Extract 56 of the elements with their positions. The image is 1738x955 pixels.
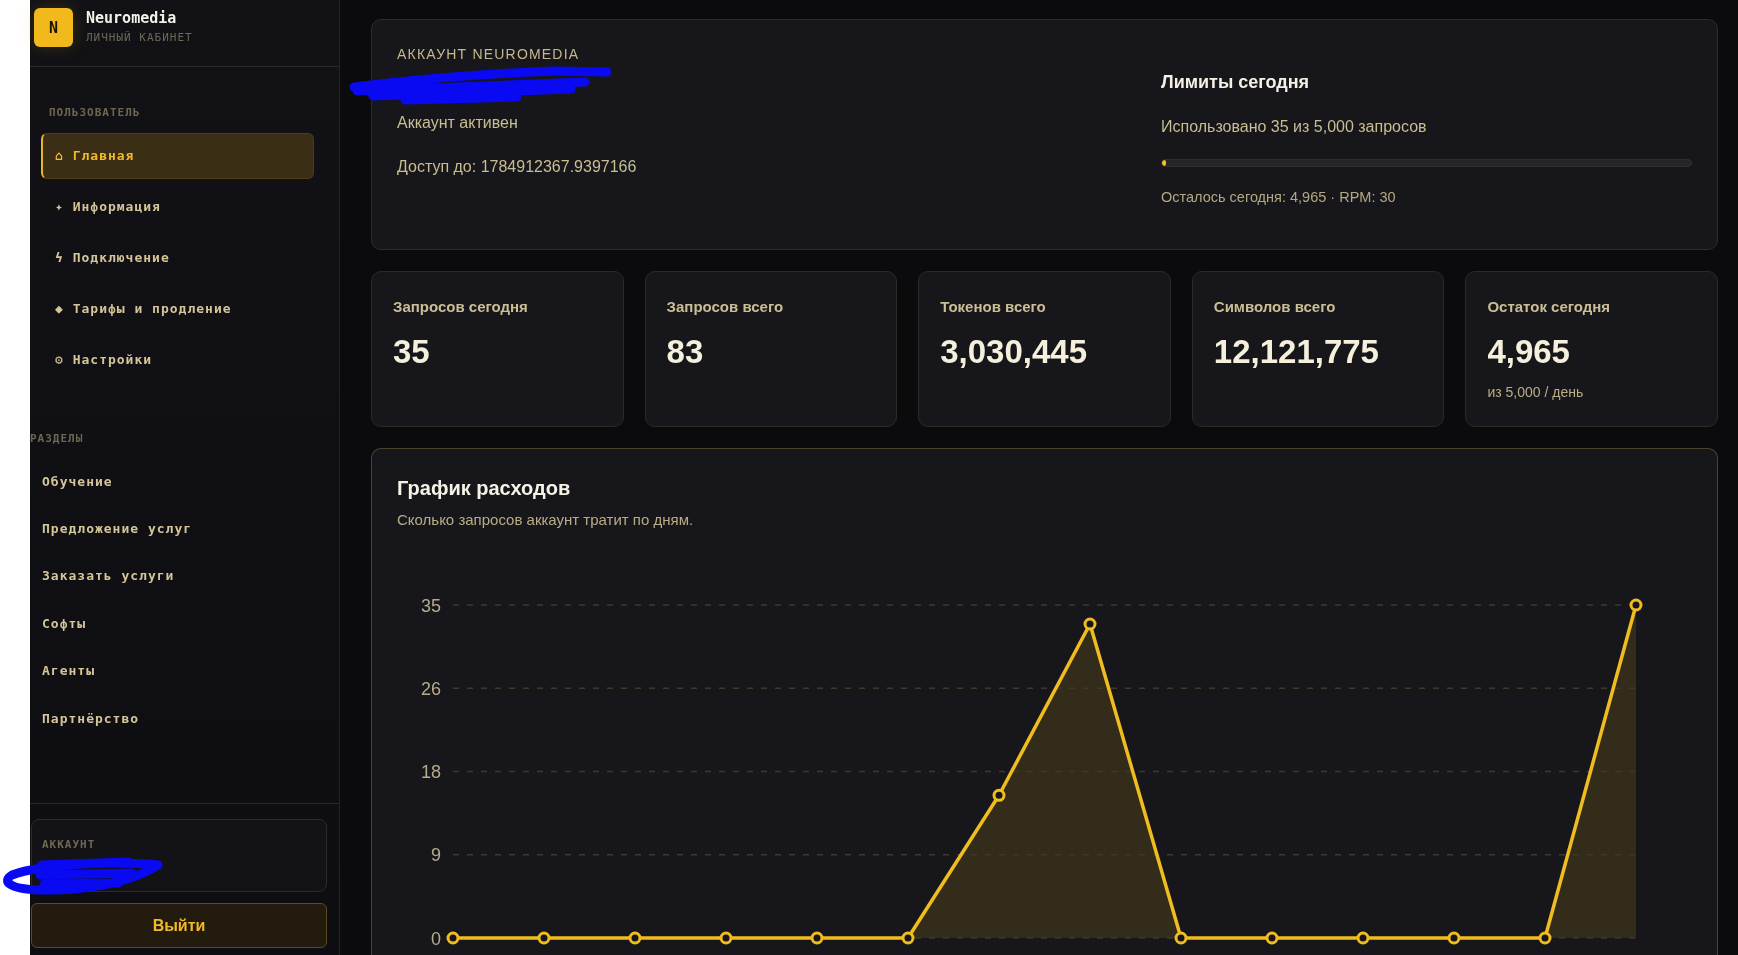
data-point [537,931,551,945]
chart-subtitle: Сколько запросов аккаунт тратит по дням. [397,511,694,529]
remaining-text: Осталось сегодня: 4,965 · RPM: 30 [1161,188,1396,206]
account-label: АККАУНТ [42,838,96,852]
usage-text: Использовано 35 из 5,000 запросов [1161,117,1427,137]
data-point [628,931,642,945]
nav-item[interactable]: Заказать услуги [30,552,314,601]
axis-tick-label: 9 [431,845,441,866]
data-point [1447,931,1461,945]
stat-value: 4,965 [1487,333,1570,371]
nav-item[interactable]: ◆ Тарифы и продление [41,286,314,332]
data-point [1356,931,1370,945]
nav-item[interactable]: Обучение [30,458,314,506]
data-point [446,931,460,945]
app-subtitle: ЛИЧНЫЙ КАБИНЕТ [86,31,193,45]
account-status: Аккаунт активен [397,113,518,133]
nav-item[interactable]: Софты [30,600,314,648]
stat-label: Символов всего [1213,298,1336,316]
axis-tick-label: 18 [420,762,441,782]
stat-value: 83 [666,333,704,371]
stat-note: из 5,000 / день [1487,384,1584,401]
data-point [810,931,824,945]
limits-title: Лимиты сегодня [1161,71,1310,93]
data-point [901,931,915,945]
data-point [992,788,1006,802]
nav-item[interactable]: Партнёрство [30,694,314,743]
chart-title: График расходов [397,476,571,500]
axis-tick-label: 0 [431,928,441,949]
app-title: Neuromedia [86,9,177,27]
stat-value: 35 [393,333,430,371]
nav-item[interactable]: Предложение услуг [30,505,314,553]
data-point [1265,931,1279,945]
axis-tick-label: 26 [420,678,441,699]
section-heading: РАЗДЕЛЫ [30,432,84,446]
stat-value: 12,121,775 [1213,333,1379,371]
data-point [719,931,733,945]
logo-badge: N [34,8,73,47]
stat-label: Остаток сегодня [1487,298,1611,316]
data-point [1174,931,1188,945]
access-date: Доступ до: 1784912367.9397166 [397,157,637,177]
account-eyebrow: АККАУНТ NEUROMEDIA [397,46,580,62]
stat-label: Запросов всего [666,298,784,316]
stat-label: Запросов сегодня [393,298,528,316]
axis-tick-label: 35 [420,595,441,616]
data-point [1083,617,1097,631]
nav-item[interactable]: ⌂ Главная [41,133,314,179]
nav-item[interactable]: ϟ Подключение [41,235,314,281]
stat-label: Токенов всего [940,298,1046,316]
section-heading: ПОЛЬЗОВАТЕЛЬ [49,106,141,120]
logout-button[interactable]: Выйти [31,903,327,948]
data-point [1629,598,1643,612]
nav-item[interactable]: Агенты [30,647,314,695]
nav-item[interactable]: ⚙ Настройки [41,337,314,383]
stat-value: 3,030,445 [940,333,1087,371]
data-point [1538,931,1552,945]
nav-item[interactable]: ✦ Информация [41,184,314,230]
